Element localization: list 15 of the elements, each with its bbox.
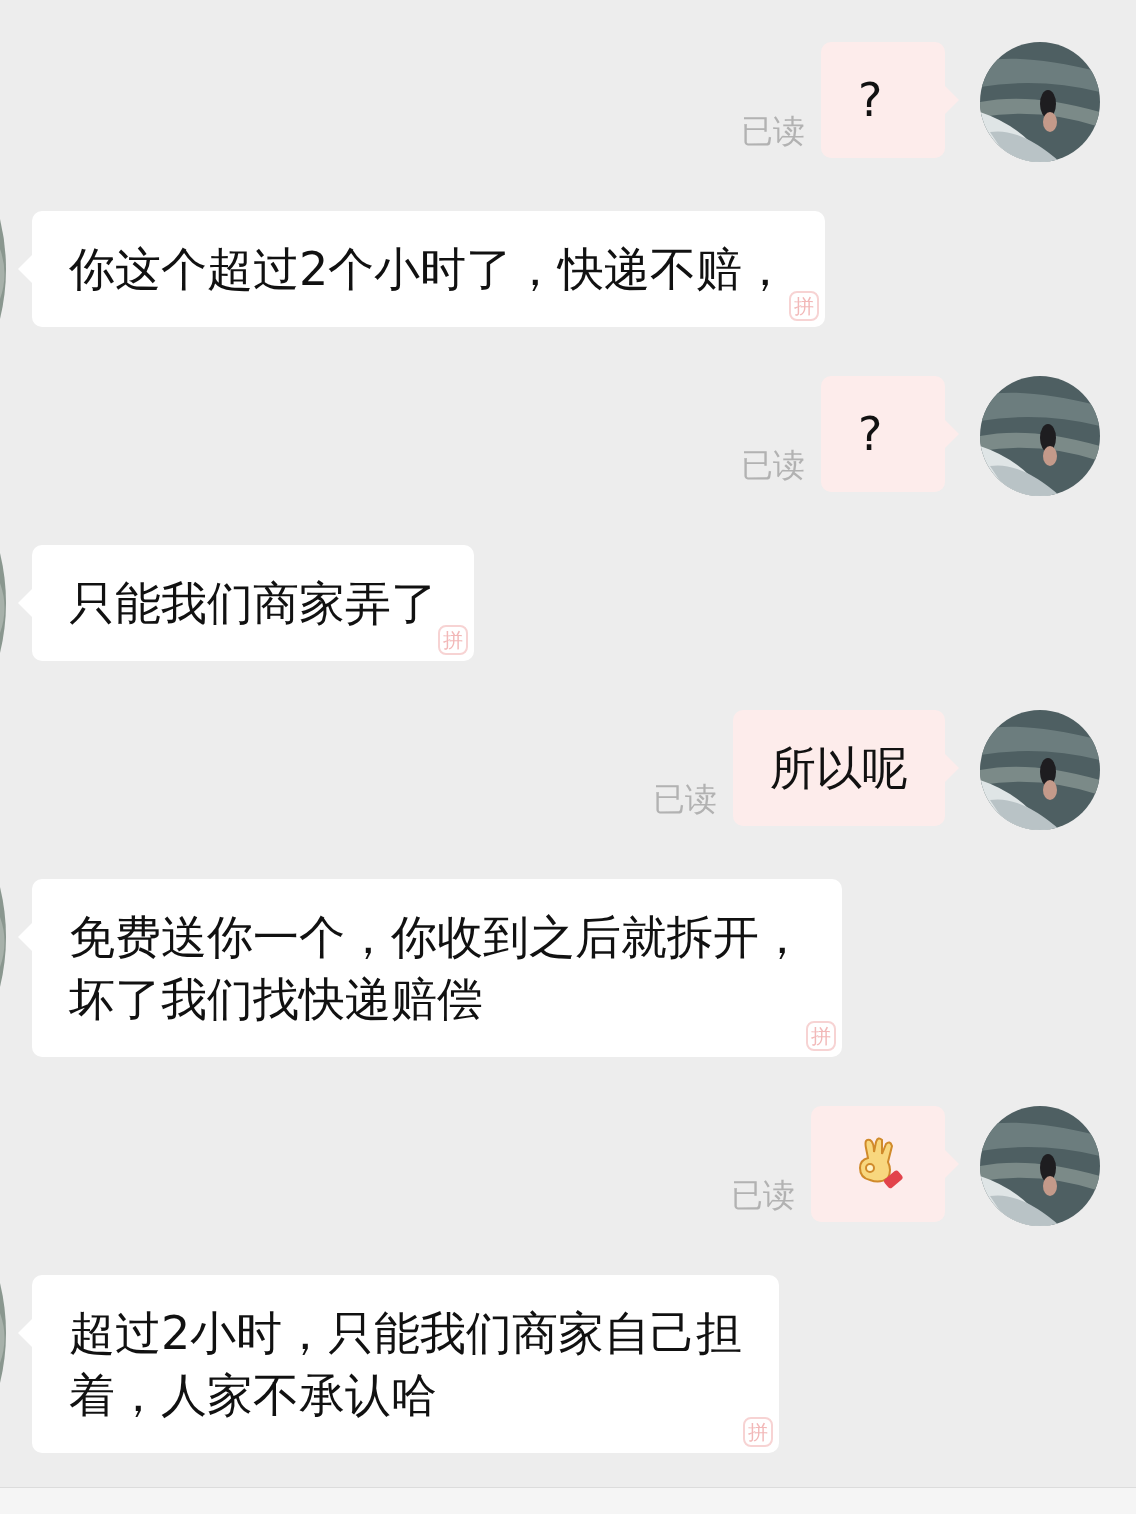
read-status: 已读: [741, 111, 805, 152]
message-text: ?: [858, 72, 884, 129]
message-text: 超过2小时，只能我们商家自己担 着，人家不承认哈: [69, 1305, 743, 1424]
message-text: 你这个超过2个小时了，快递不赔，: [69, 241, 789, 298]
merchant-badge: 拼: [789, 291, 820, 321]
read-status: 已读: [731, 1175, 795, 1216]
merchant-badge: 拼: [806, 1021, 836, 1051]
message-text: ?: [858, 406, 884, 463]
read-status: 已读: [741, 445, 805, 486]
message-text: 所以呢: [770, 740, 908, 797]
read-status: 已读: [653, 779, 717, 820]
message-text: 只能我们商家弄了: [69, 575, 437, 632]
merchant-badge: 拼: [438, 625, 468, 655]
merchant-badge: 拼: [743, 1417, 774, 1447]
message-text: 免费送你一个，你收到之后就拆开， 坏了我们找快递赔偿: [69, 909, 805, 1028]
